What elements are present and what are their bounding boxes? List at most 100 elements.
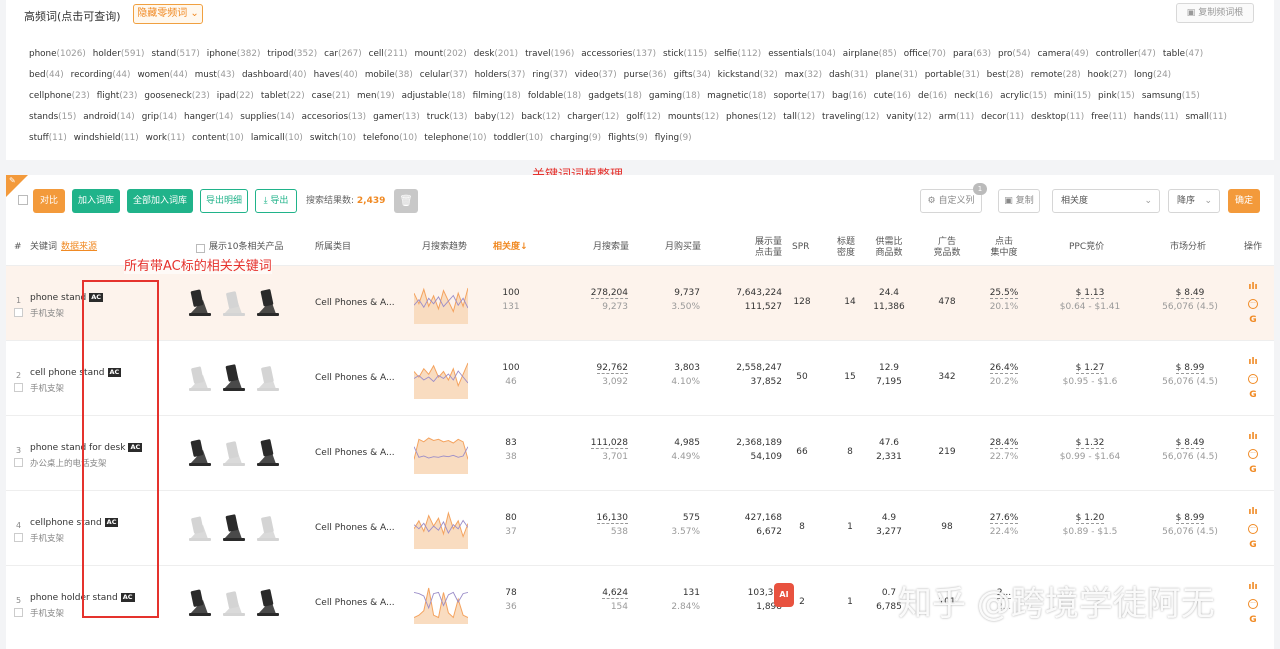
keyword-chip[interactable]: filming(18) <box>473 91 521 101</box>
keyword-chip[interactable]: free(11) <box>1091 112 1126 122</box>
keyword-chip[interactable]: vanity(12) <box>886 112 931 122</box>
keyword-chip[interactable]: desk(201) <box>474 49 518 59</box>
keyword-chip[interactable]: recording(44) <box>71 70 131 80</box>
google-icon[interactable]: G <box>1249 615 1256 626</box>
keyword-chip[interactable]: switch(10) <box>310 133 356 143</box>
keyword-chip[interactable]: adjustable(18) <box>402 91 466 101</box>
product-thumbnail[interactable] <box>186 361 217 393</box>
product-thumbnails[interactable] <box>186 511 286 543</box>
keyword-chip[interactable]: traveling(12) <box>822 112 879 122</box>
keyword-chip[interactable]: phone(1026) <box>29 49 86 59</box>
keyword-chip[interactable]: must(43) <box>195 70 235 80</box>
keyword-chip[interactable]: table(47) <box>1163 49 1203 59</box>
search-trend-sparkline[interactable] <box>414 434 468 474</box>
row-keyword[interactable]: phone holder stand AC <box>30 593 135 603</box>
keyword-chip[interactable]: selfie(112) <box>714 49 761 59</box>
keyword-chip[interactable]: decor(11) <box>981 112 1024 122</box>
keyword-chip[interactable]: plane(31) <box>875 70 917 80</box>
keyword-chip[interactable]: cell(211) <box>369 49 408 59</box>
product-thumbnails[interactable] <box>186 436 286 468</box>
more-icon[interactable]: ··· <box>1248 524 1258 534</box>
keyword-chip[interactable]: work(11) <box>146 133 185 143</box>
keyword-chip[interactable]: samsung(15) <box>1142 91 1200 101</box>
keyword-chip[interactable]: truck(13) <box>427 112 468 122</box>
keyword-chip[interactable]: neck(16) <box>954 91 993 101</box>
keyword-chip[interactable]: para(63) <box>953 49 991 59</box>
sort-order-select[interactable]: 降序 ⌄ <box>1168 189 1220 213</box>
keyword-chip[interactable]: controller(47) <box>1096 49 1156 59</box>
sort-field-select[interactable]: 相关度 ⌄ <box>1052 189 1160 213</box>
keyword-chip[interactable]: windshield(11) <box>74 133 139 143</box>
bar-chart-icon[interactable]: ılı <box>1248 582 1257 593</box>
keyword-chip[interactable]: desktop(11) <box>1031 112 1084 122</box>
keyword-chip[interactable]: stick(115) <box>663 49 707 59</box>
col-monthly-purchase[interactable]: 月购买量 <box>665 233 701 263</box>
keyword-chip[interactable]: toddler(10) <box>494 133 544 143</box>
keyword-chip[interactable]: hanger(14) <box>184 112 233 122</box>
product-thumbnail[interactable] <box>254 361 285 393</box>
keyword-chip[interactable]: dash(31) <box>829 70 868 80</box>
product-thumbnail[interactable] <box>220 286 251 318</box>
product-thumbnail[interactable] <box>220 361 251 393</box>
keyword-chip[interactable]: gooseneck(23) <box>144 91 209 101</box>
row-keyword[interactable]: cell phone stand AC <box>30 368 122 378</box>
keyword-chip[interactable]: video(37) <box>575 70 617 80</box>
keyword-chip[interactable]: portable(31) <box>925 70 980 80</box>
keyword-chip[interactable]: mobile(38) <box>365 70 413 80</box>
bar-chart-icon[interactable]: ılı <box>1248 357 1257 368</box>
copy-root-button[interactable]: ▣ 复制频词根 <box>1176 3 1254 23</box>
keyword-chip[interactable]: remote(28) <box>1031 70 1081 80</box>
more-icon[interactable]: ··· <box>1248 599 1258 609</box>
table-row[interactable]: 1 phone stand AC 手机支架 Cell Phones & A... … <box>6 265 1274 340</box>
search-trend-sparkline[interactable] <box>414 284 468 324</box>
confirm-button[interactable]: 确定 <box>1228 189 1260 213</box>
keyword-chip[interactable]: best(28) <box>987 70 1024 80</box>
google-icon[interactable]: G <box>1249 315 1256 326</box>
keyword-chip[interactable]: foldable(18) <box>528 91 581 101</box>
product-thumbnails[interactable] <box>186 361 286 393</box>
keyword-chip[interactable]: purse(36) <box>624 70 667 80</box>
col-keyword[interactable]: 关键词 数据来源 <box>30 233 97 263</box>
keyword-chip[interactable]: holder(591) <box>93 49 145 59</box>
keyword-chip[interactable]: android(14) <box>83 112 134 122</box>
keyword-chip[interactable]: hook(27) <box>1088 70 1128 80</box>
keyword-chip[interactable]: dashboard(40) <box>242 70 307 80</box>
keyword-chip[interactable]: tripod(352) <box>267 49 317 59</box>
search-trend-sparkline[interactable] <box>414 584 468 624</box>
keyword-chip[interactable]: gifts(34) <box>674 70 711 80</box>
keyword-chip[interactable]: stuff(11) <box>29 133 67 143</box>
col-impressions[interactable]: 展示量 点击量 <box>740 233 782 263</box>
table-row[interactable]: 3 phone stand for desk AC 办公桌上的电话支架 Cell … <box>6 415 1274 490</box>
keyword-chip[interactable]: ipad(22) <box>217 91 254 101</box>
keyword-chip[interactable]: gamer(13) <box>373 112 420 122</box>
keyword-chip[interactable]: accessories(137) <box>581 49 656 59</box>
keyword-chip[interactable]: mount(202) <box>414 49 466 59</box>
keyword-chip[interactable]: holders(37) <box>475 70 526 80</box>
select-all-checkbox[interactable] <box>18 195 28 205</box>
col-monthly-search[interactable]: 月搜索量 <box>593 233 629 263</box>
product-thumbnail[interactable] <box>220 511 251 543</box>
col-title-density[interactable]: 标题 密度 <box>832 233 860 263</box>
compare-button[interactable]: 对比 <box>33 189 65 213</box>
product-thumbnail[interactable] <box>254 286 285 318</box>
row-checkbox[interactable] <box>14 533 23 542</box>
keyword-chip[interactable]: bed(44) <box>29 70 64 80</box>
product-thumbnail[interactable] <box>220 436 251 468</box>
keyword-chip[interactable]: airplane(85) <box>843 49 897 59</box>
keyword-chip[interactable]: case(21) <box>312 91 350 101</box>
keyword-chip[interactable]: stands(15) <box>29 112 76 122</box>
keyword-chip[interactable]: soporte(17) <box>773 91 825 101</box>
keyword-chip[interactable]: acrylic(15) <box>1000 91 1047 101</box>
google-icon[interactable]: G <box>1249 390 1256 401</box>
keyword-chip[interactable]: gaming(18) <box>649 91 700 101</box>
table-row[interactable]: 2 cell phone stand AC 手机支架 Cell Phones & … <box>6 340 1274 415</box>
keyword-chip[interactable]: gadgets(18) <box>588 91 642 101</box>
row-keyword[interactable]: cellphone stand AC <box>30 518 119 528</box>
bar-chart-icon[interactable]: ılı <box>1248 507 1257 518</box>
keyword-chip[interactable]: max(32) <box>785 70 822 80</box>
product-thumbnail[interactable] <box>186 436 217 468</box>
bar-chart-icon[interactable]: ılı <box>1248 282 1257 293</box>
keyword-chip[interactable]: cellphone(23) <box>29 91 90 101</box>
keyword-chip[interactable]: cute(16) <box>874 91 911 101</box>
keyword-chip[interactable]: hands(11) <box>1134 112 1179 122</box>
